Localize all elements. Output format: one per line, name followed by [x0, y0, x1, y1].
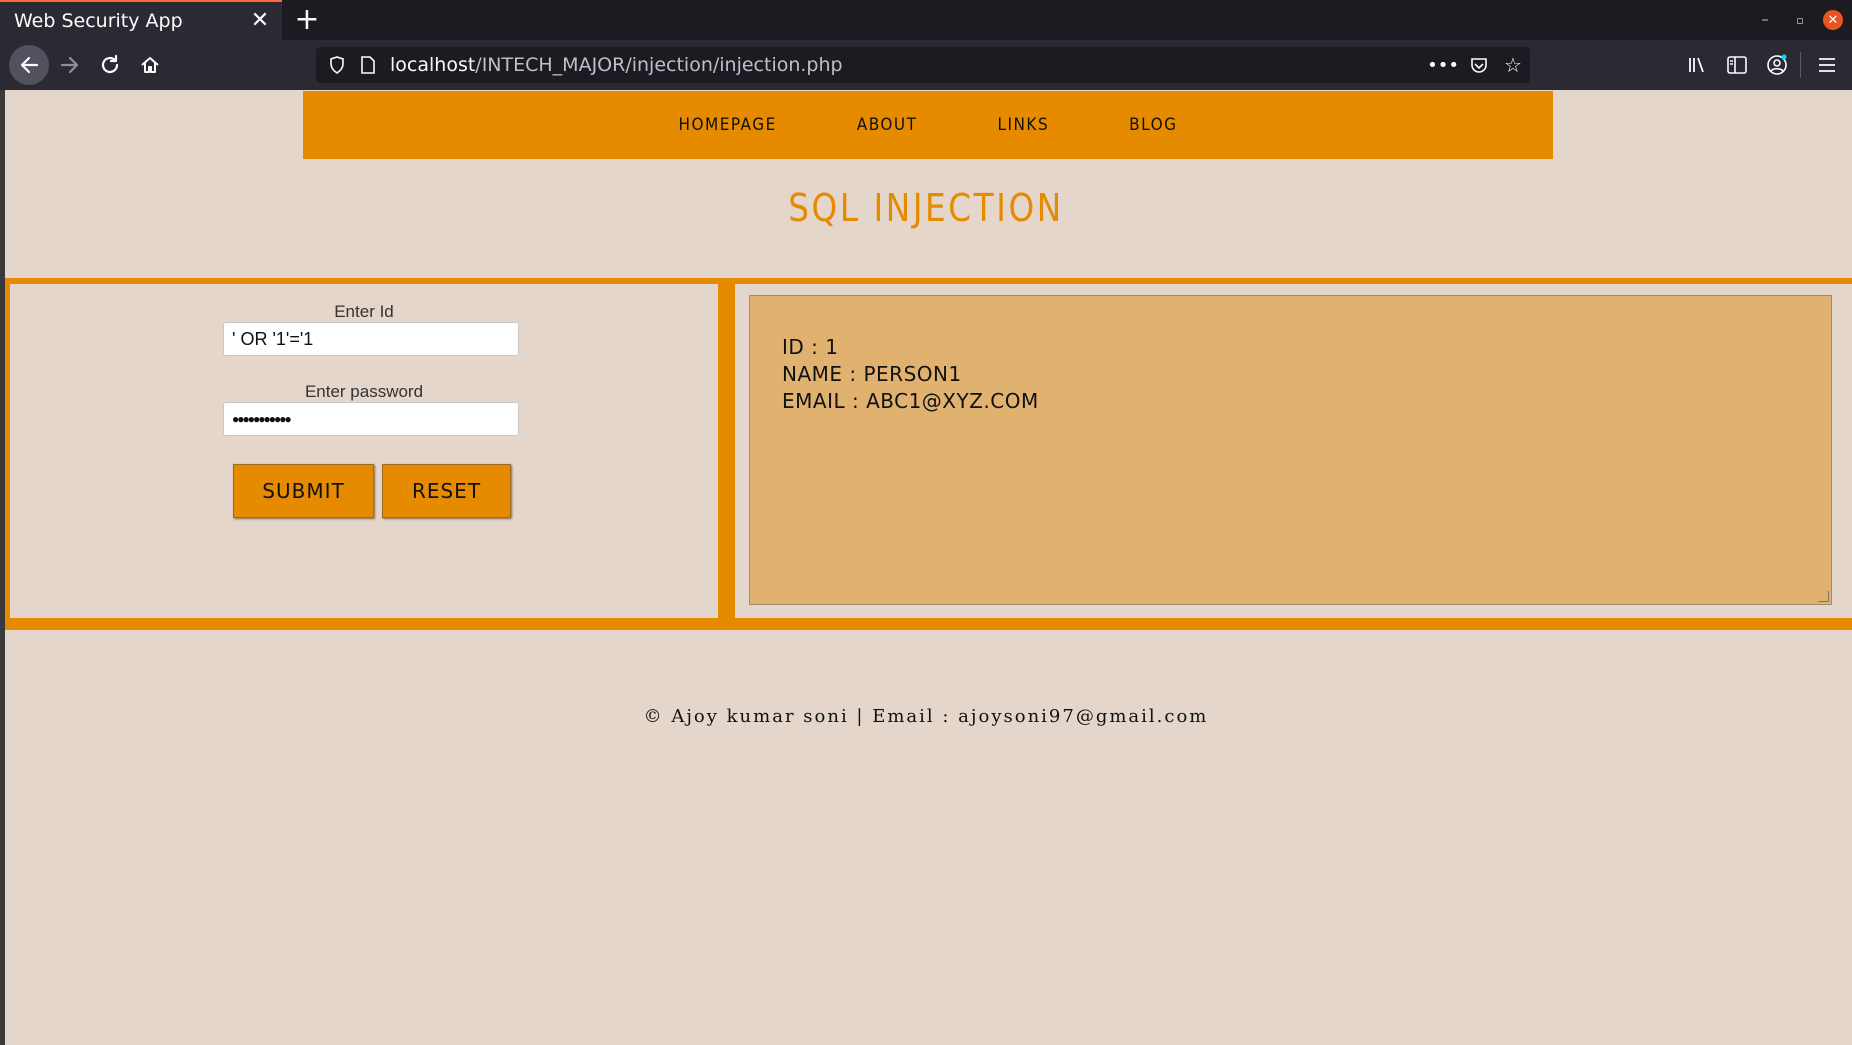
- result-line-name: NAME : PERSON1: [782, 362, 962, 386]
- id-input[interactable]: [223, 322, 519, 356]
- page-info-icon[interactable]: [358, 53, 378, 77]
- sidebar-icon[interactable]: [1722, 50, 1752, 80]
- account-icon[interactable]: [1762, 50, 1792, 80]
- minimize-window-icon[interactable]: –: [1755, 10, 1775, 30]
- home-icon[interactable]: [130, 45, 170, 85]
- page-content: HOMEPAGE ABOUT LINKS BLOG SQL INJECTION …: [0, 90, 1852, 1045]
- browser-tab[interactable]: Web Security App ✕: [0, 0, 282, 40]
- back-arrow-icon[interactable]: [9, 45, 49, 85]
- nav-link-about[interactable]: ABOUT: [857, 115, 918, 135]
- close-window-icon[interactable]: ✕: [1823, 10, 1843, 30]
- hamburger-menu-icon[interactable]: [1812, 50, 1842, 80]
- tracking-protection-shield-icon[interactable]: [326, 53, 348, 77]
- panel-row: Enter Id Enter password SUBMIT RESET ID …: [5, 278, 1852, 630]
- password-field-label: Enter password: [304, 382, 424, 401]
- reset-button[interactable]: RESET: [382, 464, 511, 518]
- resize-handle[interactable]: [1818, 591, 1829, 602]
- forward-arrow-icon[interactable]: [50, 45, 90, 85]
- site-navigation: HOMEPAGE ABOUT LINKS BLOG: [303, 91, 1553, 159]
- page-title: SQL INJECTION: [788, 186, 1064, 230]
- password-input[interactable]: [223, 402, 519, 436]
- url-bar[interactable]: localhost/INTECH_MAJOR/injection/injecti…: [316, 47, 1530, 83]
- url-path: /INTECH_MAJOR/injection/injection.php: [475, 54, 843, 76]
- browser-tab-bar: Web Security App ✕ + – ▫ ✕: [0, 0, 1852, 40]
- nav-link-links[interactable]: LINKS: [997, 115, 1049, 135]
- toolbar-separator: [1800, 52, 1801, 78]
- url-text[interactable]: localhost/INTECH_MAJOR/injection/injecti…: [390, 54, 843, 76]
- browser-toolbar: localhost/INTECH_MAJOR/injection/injecti…: [0, 40, 1852, 90]
- reload-icon[interactable]: [90, 45, 130, 85]
- login-form-panel: Enter Id Enter password SUBMIT RESET: [10, 284, 718, 618]
- pocket-icon[interactable]: [1466, 53, 1492, 77]
- close-tab-icon[interactable]: ✕: [248, 8, 272, 33]
- url-host: localhost: [390, 54, 476, 76]
- result-textarea[interactable]: ID : 1 NAME : PERSON1 EMAIL : ABC1@XYZ.C…: [749, 295, 1832, 605]
- result-line-id: ID : 1: [782, 335, 839, 359]
- nav-link-homepage[interactable]: HOMEPAGE: [679, 115, 777, 135]
- bookmark-star-icon[interactable]: ☆: [1500, 53, 1526, 77]
- result-line-email: EMAIL : ABC1@XYZ.COM: [782, 389, 1039, 413]
- result-panel: ID : 1 NAME : PERSON1 EMAIL : ABC1@XYZ.C…: [735, 284, 1852, 618]
- library-icon[interactable]: [1682, 50, 1712, 80]
- nav-link-blog[interactable]: BLOG: [1129, 115, 1177, 135]
- more-actions-icon[interactable]: •••: [1427, 53, 1459, 77]
- tab-title: Web Security App: [14, 10, 183, 32]
- submit-button[interactable]: SUBMIT: [233, 464, 374, 518]
- footer-text: © Ajoy kumar soni | Email : ajoysoni97@g…: [643, 706, 1209, 727]
- maximize-window-icon[interactable]: ▫: [1790, 10, 1810, 30]
- id-field-label: Enter Id: [334, 302, 394, 321]
- new-tab-icon[interactable]: +: [293, 2, 321, 37]
